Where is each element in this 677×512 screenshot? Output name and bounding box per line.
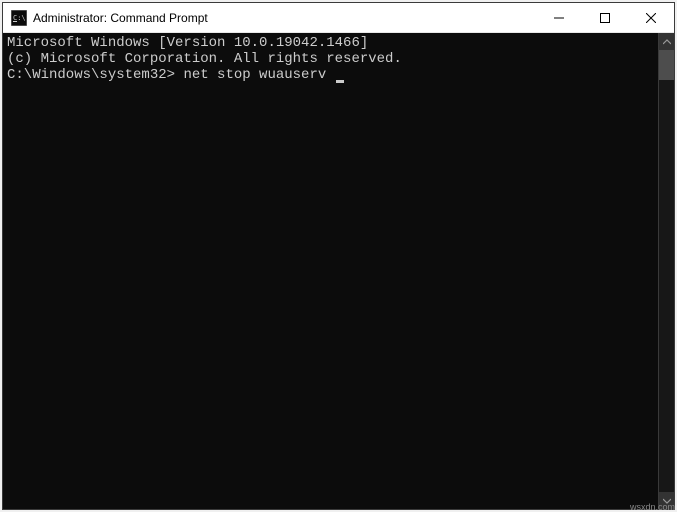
prompt-line: C:\Windows\system32> net stop wuauserv — [7, 67, 654, 83]
scroll-up-button[interactable] — [659, 33, 674, 50]
command-prompt-window: C:\ Administrator: Command Prompt — [2, 2, 675, 510]
cursor — [336, 80, 344, 83]
cmd-icon: C:\ — [11, 10, 27, 26]
close-button[interactable] — [628, 3, 674, 32]
svg-text:C:\: C:\ — [13, 14, 26, 22]
vertical-scrollbar[interactable] — [658, 33, 674, 509]
terminal[interactable]: Microsoft Windows [Version 10.0.19042.14… — [3, 33, 658, 509]
output-line: (c) Microsoft Corporation. All rights re… — [7, 51, 654, 67]
window-controls — [536, 3, 674, 32]
titlebar[interactable]: C:\ Administrator: Command Prompt — [3, 3, 674, 33]
scroll-thumb[interactable] — [659, 50, 674, 80]
close-icon — [646, 13, 656, 23]
prompt-text: C:\Windows\system32> — [7, 67, 175, 83]
chevron-up-icon — [663, 39, 671, 45]
scroll-track[interactable] — [659, 50, 674, 492]
command-text: net stop wuauserv — [183, 67, 326, 83]
maximize-icon — [600, 13, 610, 23]
terminal-area: Microsoft Windows [Version 10.0.19042.14… — [3, 33, 674, 509]
minimize-icon — [554, 13, 564, 23]
output-line: Microsoft Windows [Version 10.0.19042.14… — [7, 35, 654, 51]
maximize-button[interactable] — [582, 3, 628, 32]
minimize-button[interactable] — [536, 3, 582, 32]
watermark: wsxdn.com — [630, 502, 675, 512]
window-title: Administrator: Command Prompt — [33, 11, 536, 25]
